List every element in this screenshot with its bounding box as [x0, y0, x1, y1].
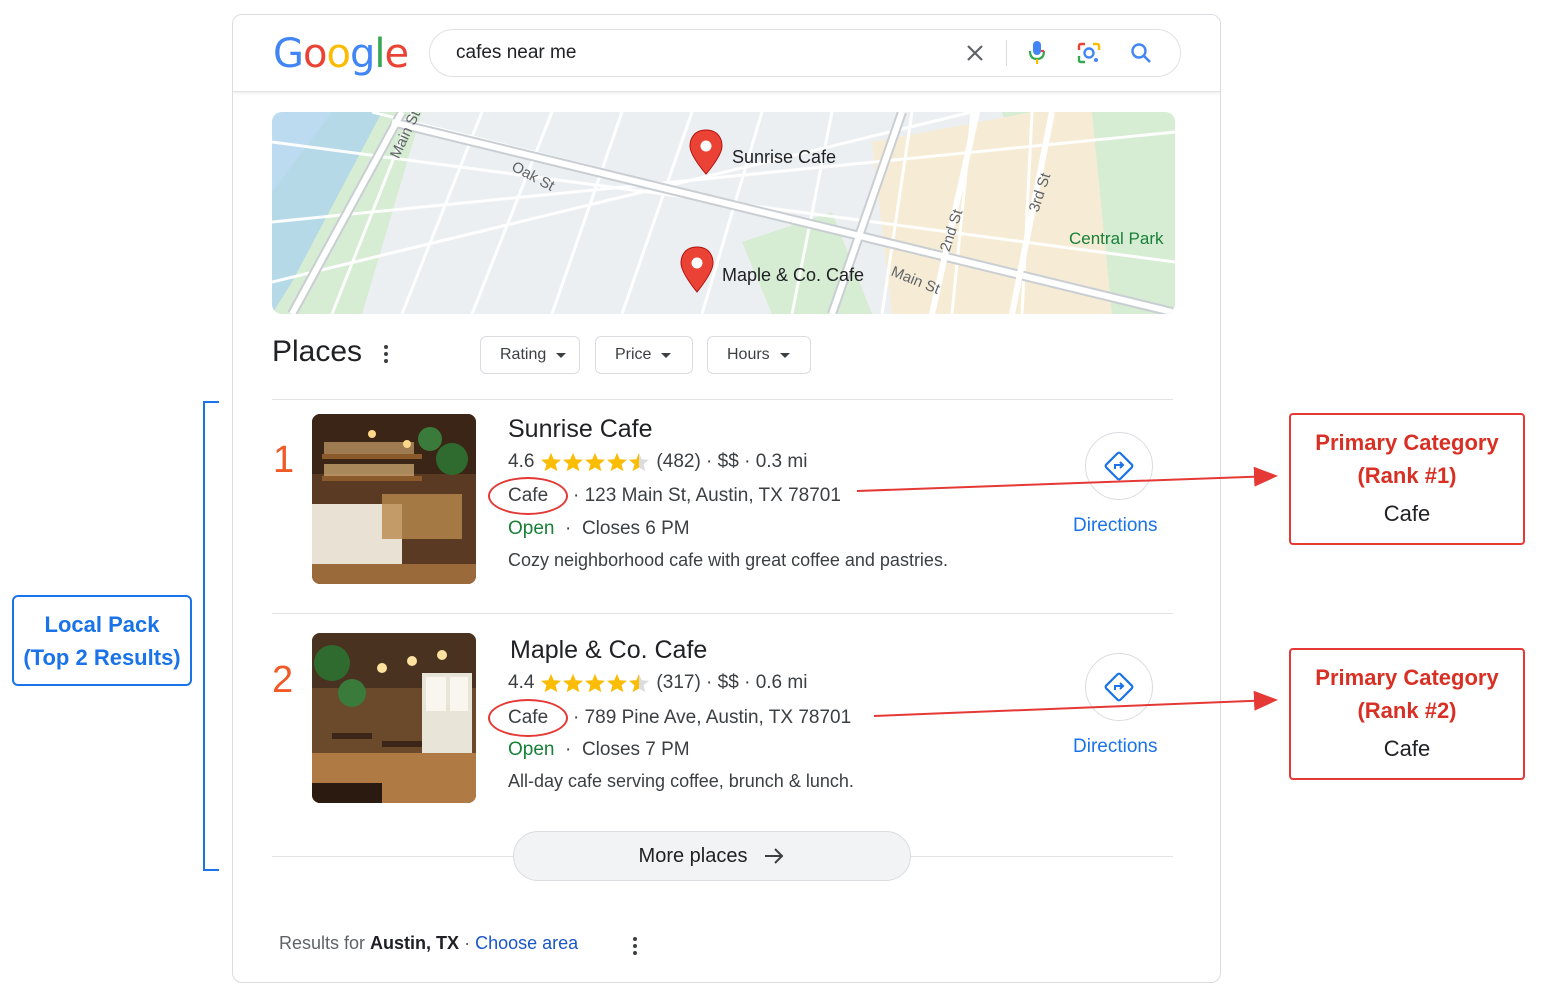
annotation-arrows [856, 466, 1278, 717]
